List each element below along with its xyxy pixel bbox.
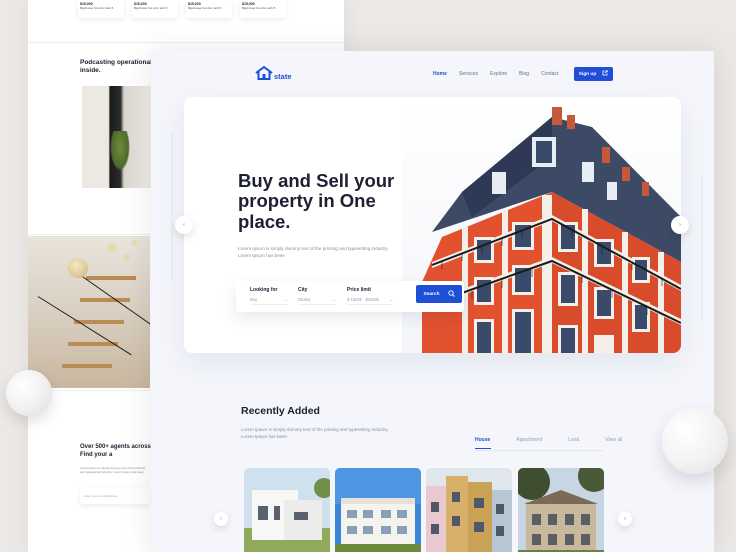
decorative-lamp-ball <box>68 258 88 278</box>
nav-link-explore[interactable]: Explore <box>490 71 507 77</box>
price-limit-label: Price limit <box>347 287 371 293</box>
tab-house[interactable]: House <box>475 437 492 449</box>
listings-prev-button[interactable]: ‹ <box>214 512 228 526</box>
background-card-row: $15,000 Bigdrower bui shor anb 5 $15,000… <box>78 0 286 18</box>
search-button[interactable]: Search <box>416 285 462 303</box>
chevron-right-icon: › <box>624 516 626 522</box>
property-card[interactable] <box>426 468 512 552</box>
looking-for-value: Buy <box>250 297 258 302</box>
background-card-details: Bigdrower bui shor anb 5 <box>134 6 168 10</box>
nav-link-contact[interactable]: Contact <box>541 71 558 77</box>
hero-prev-button[interactable]: ‹ <box>175 216 193 234</box>
background-property-card[interactable]: $15,000 Bigdrower bui shor anb 5 <box>78 0 124 18</box>
hero-next-button[interactable]: › <box>671 216 689 234</box>
chevron-left-icon: ‹ <box>220 516 222 522</box>
building-image <box>402 97 681 353</box>
chevron-right-icon: › <box>679 222 681 228</box>
property-image <box>244 468 330 552</box>
nav-link-services[interactable]: Services <box>459 71 478 77</box>
decorative-circle <box>6 370 52 416</box>
background-property-card[interactable]: $15,000 Bigdrower bui shor anb 5 <box>240 0 286 18</box>
chevron-down-icon: ⌄ <box>389 297 393 302</box>
property-type-tabs: House Appartment Land View all <box>475 437 648 449</box>
property-image <box>518 468 604 552</box>
recently-added-description: Lorem Ipsum is simply dummy text of the … <box>241 427 389 440</box>
navbar: state Home Services Explore Blog Contact… <box>151 51 714 97</box>
staircase-photo <box>28 236 150 388</box>
property-card[interactable] <box>335 468 421 552</box>
email-field[interactable]: Enter your email address <box>80 488 150 504</box>
property-card[interactable] <box>244 468 330 552</box>
main-page: state Home Services Explore Blog Contact… <box>151 51 714 552</box>
search-button-label: Search <box>423 291 440 297</box>
tab-view-all[interactable]: View all <box>605 437 622 448</box>
plant-image <box>110 131 130 171</box>
background-card-details: Bigdrower bui shor anb 5 <box>242 6 276 10</box>
background-card-details: Bigdrower bui shor anb 5 <box>188 6 222 10</box>
external-link-icon <box>602 70 608 78</box>
interior-photo <box>82 86 152 188</box>
signup-label: Sign up <box>578 71 597 77</box>
logo[interactable]: state <box>255 66 292 80</box>
property-image <box>426 468 512 552</box>
hero-title: Buy and Sell your property in One place. <box>238 170 395 232</box>
looking-for-label: Looking for <box>250 287 278 293</box>
tab-appartment[interactable]: Appartment <box>516 437 542 448</box>
city-value: Dhaka <box>298 297 311 302</box>
chevron-left-icon: ‹ <box>183 222 185 228</box>
price-limit-select[interactable]: Price limit $ 1500k - $2000k ⌄ <box>347 287 393 305</box>
recently-added-title: Recently Added <box>241 405 320 417</box>
background-property-card[interactable]: $15,000 Bigdrower bui shor anb 5 <box>132 0 178 18</box>
chevron-down-icon: ⌄ <box>284 297 288 302</box>
nav-link-blog[interactable]: Blog <box>519 71 529 77</box>
tab-land[interactable]: Land <box>568 437 579 448</box>
search-icon <box>447 289 455 299</box>
nav-links: Home Services Explore Blog Contact <box>433 71 570 77</box>
property-search-box: Looking for Buy ⌄ City Dhaka ⌄ Price lim… <box>236 281 464 312</box>
decorative-circle <box>662 408 728 474</box>
hero-card: Buy and Sell your property in One place.… <box>184 97 681 353</box>
agents-section-text: Lorem Ipsum is simply dummy text of the … <box>80 466 146 475</box>
divider <box>28 42 344 43</box>
city-select[interactable]: City Dhaka ⌄ <box>298 287 336 305</box>
logo-text: state <box>274 71 292 81</box>
background-card-details: Bigdrower bui shor anb 5 <box>80 6 114 10</box>
background-property-card[interactable]: $15,000 Bigdrower bui shor anb 5 <box>186 0 232 18</box>
hero-description: Lorem Ipsum is simply dummy text of the … <box>238 246 389 259</box>
nav-link-home[interactable]: Home <box>433 71 447 77</box>
property-image <box>335 468 421 552</box>
price-limit-value: $ 1500k - $2000k <box>347 297 380 302</box>
looking-for-select[interactable]: Looking for Buy ⌄ <box>250 287 288 305</box>
city-label: City <box>298 287 308 293</box>
chevron-down-icon: ⌄ <box>332 297 336 302</box>
property-card[interactable] <box>518 468 604 552</box>
listings-next-button[interactable]: › <box>618 512 632 526</box>
house-logo-icon <box>255 66 273 80</box>
signup-button[interactable]: Sign up <box>574 67 613 81</box>
tabs-underline <box>475 450 603 451</box>
